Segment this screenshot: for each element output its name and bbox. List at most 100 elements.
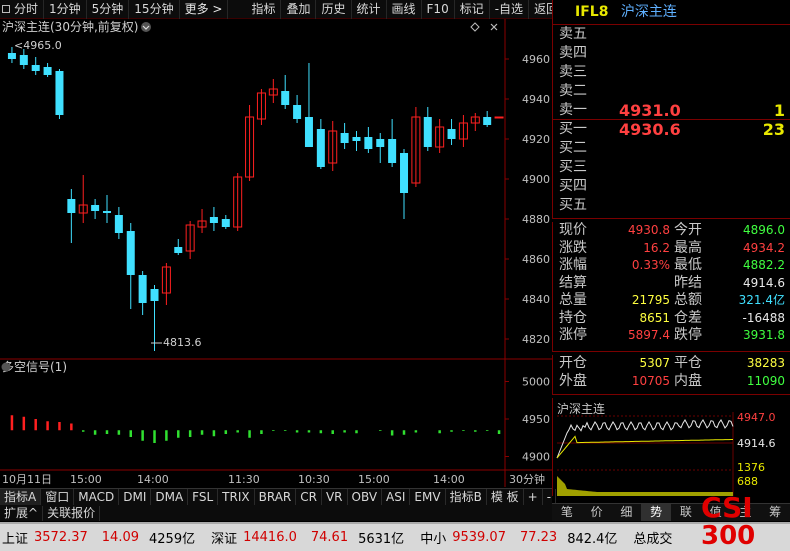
time-axis-label: 14:00 (137, 473, 169, 486)
signal-bars (10, 415, 501, 443)
order-level-label: 卖三 (559, 64, 587, 80)
stat-label: 仓差 (674, 309, 702, 326)
instrument-title: IFL8 沪深主连 (552, 0, 790, 25)
index-name[interactable]: 上证 (2, 528, 28, 547)
index-change: 77.23 (519, 530, 558, 545)
stat-label: 总量 (559, 292, 587, 308)
candle (483, 111, 492, 127)
stat-label: 涨幅 (559, 257, 587, 273)
tab-1min[interactable]: 1分钟 (44, 0, 87, 19)
indicator-tab[interactable]: 模 板 (487, 489, 524, 505)
indicator-tab[interactable]: MACD (74, 489, 120, 505)
close-icon[interactable] (490, 23, 498, 31)
index-name[interactable]: 深证 (211, 528, 237, 547)
indicator-tab[interactable]: 窗口 (41, 489, 75, 505)
candle (102, 195, 111, 223)
extension-tab[interactable]: 关联报价 (43, 505, 101, 521)
menu-icon[interactable] (2, 5, 10, 13)
tab-15min[interactable]: 15分钟 (129, 0, 180, 19)
watchlist-button[interactable]: -自选 (490, 0, 530, 19)
candle (435, 119, 445, 153)
history-button[interactable]: 历史 (316, 0, 352, 19)
candle (91, 199, 100, 219)
indicator-options-icon[interactable] (1, 362, 11, 372)
index-ticker-bar: 上证 3572.37 14.09 4259亿 深证 14416.0 74.61 5631亿 中小… (0, 522, 790, 551)
chart-options-icon[interactable] (141, 22, 151, 32)
stat-value: 4882.2 (743, 258, 785, 272)
draw-line-button[interactable]: 画线 (387, 0, 422, 19)
order-level-label: 买五 (559, 197, 587, 213)
indicator-tab[interactable]: 指标B (446, 489, 487, 505)
csi300-logo: CSI 300 (701, 491, 755, 549)
indicator-tab[interactable]: DMA (151, 489, 189, 505)
trade-stat-row: 开仓 5307 平仓 38283 (553, 355, 790, 373)
order-book-row: 买三 (553, 158, 790, 177)
detail-tab[interactable]: 价 (582, 504, 612, 521)
stat-value: 3931.8 (743, 328, 785, 342)
candle (423, 107, 432, 151)
mark-button[interactable]: 标记 (455, 0, 490, 19)
stat-label: 外盘 (559, 372, 587, 389)
candle (19, 49, 28, 69)
mini-volume-mid-label: 688 (737, 475, 758, 488)
indicator-tab[interactable]: ASI (382, 489, 411, 505)
order-level-label: 买四 (559, 178, 587, 194)
stat-label: 昨结 (674, 274, 702, 291)
extension-tab-bar: 扩展^ 关联报价 (0, 505, 552, 521)
index-price: 9539.07 (452, 530, 506, 545)
indicator-tab[interactable]: + (524, 489, 543, 505)
overlay-button[interactable]: 叠加 (281, 0, 317, 19)
indicator-tab[interactable]: FSL (188, 489, 219, 505)
mini-intraday-chart[interactable]: 4947.0 4914.6 1376 688 沪深主连 (552, 398, 790, 496)
index-name[interactable]: 总成交 (633, 528, 672, 547)
indicator-tab[interactable]: CR (296, 489, 322, 505)
quote-stat-row: 持仓 8651 仓差 -16488 (553, 310, 790, 328)
f10-button[interactable]: F10 (422, 0, 455, 19)
more-button[interactable]: 更多 > (180, 0, 229, 19)
candle (43, 63, 52, 77)
stats-button[interactable]: 统计 (352, 0, 387, 19)
indicator-tab[interactable]: TRIX (218, 489, 255, 505)
candle (340, 123, 349, 149)
candle (458, 115, 468, 147)
indicator-button[interactable]: 指标 (246, 0, 282, 19)
detail-tab[interactable]: 势 (641, 504, 671, 521)
candle (245, 105, 255, 181)
time-axis: 10月11日 15:00 14:00 11:30 10:30 15:00 14:00 30分钟 (2, 472, 545, 486)
candle (388, 119, 397, 167)
candle (281, 75, 290, 109)
mini-mid-label: 4914.6 (737, 437, 776, 450)
candle (174, 239, 183, 255)
index-name[interactable]: 中小 (420, 528, 446, 547)
indicator-tab[interactable]: OBV (348, 489, 383, 505)
kline-chart[interactable]: 沪深主连(30分钟,前复权) <4965.0 49604940492049004… (0, 19, 552, 513)
diamond-icon[interactable] (470, 22, 480, 32)
time-axis-label: 10月11日 (2, 473, 52, 486)
detail-tab[interactable]: 细 (612, 504, 642, 521)
order-level-label: 买一 (559, 121, 587, 137)
stat-value: 4914.6 (743, 275, 785, 290)
candle (268, 79, 278, 103)
candle (78, 175, 88, 223)
time-axis-label: 15:00 (358, 473, 390, 486)
tab-5min[interactable]: 5分钟 (87, 0, 130, 19)
time-axis-label: 14:00 (433, 473, 465, 486)
indicator-tab[interactable]: 指标A (0, 489, 42, 505)
candle (304, 63, 313, 147)
candle (447, 119, 456, 145)
mini-volume-high-label: 1376 (737, 461, 765, 474)
order-book: 卖五 卖四 卖三 卖二 卖一 4931.0 1 买一 4930.6 23 买二 买三 买四 买五 (552, 25, 790, 219)
price-tick-label: 4820 (522, 333, 550, 346)
order-level-label: 卖五 (559, 26, 587, 42)
indicator-tab[interactable]: EMV (410, 489, 446, 505)
indicator-tab[interactable]: VR (322, 489, 348, 505)
price-tick-label: 4960 (522, 53, 550, 66)
instrument-name: 沪深主连 (620, 4, 677, 20)
candle (209, 207, 218, 231)
detail-tab[interactable]: 笔 (552, 504, 582, 521)
time-axis-label: 11:30 (228, 473, 260, 486)
extension-tab[interactable]: 扩展^ (0, 505, 44, 521)
indicator-tab[interactable]: BRAR (255, 489, 297, 505)
indicator-tab[interactable]: DMI (119, 489, 152, 505)
price-tick-label: 4920 (522, 133, 550, 146)
